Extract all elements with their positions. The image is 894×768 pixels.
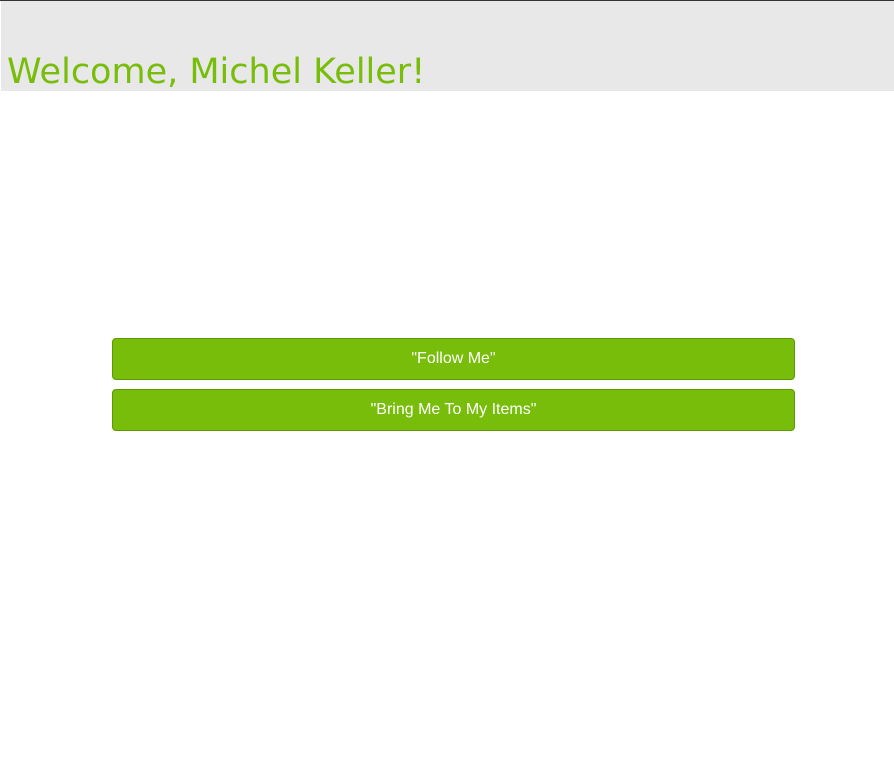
follow-me-button[interactable]: "Follow Me" xyxy=(112,338,795,380)
welcome-heading: Welcome, Michel Keller! xyxy=(7,52,426,92)
bring-me-to-my-items-button[interactable]: "Bring Me To My Items" xyxy=(112,389,795,431)
app-page: Welcome, Michel Keller! "Follow Me" "Bri… xyxy=(0,0,894,768)
header-bar: Welcome, Michel Keller! xyxy=(1,1,894,92)
